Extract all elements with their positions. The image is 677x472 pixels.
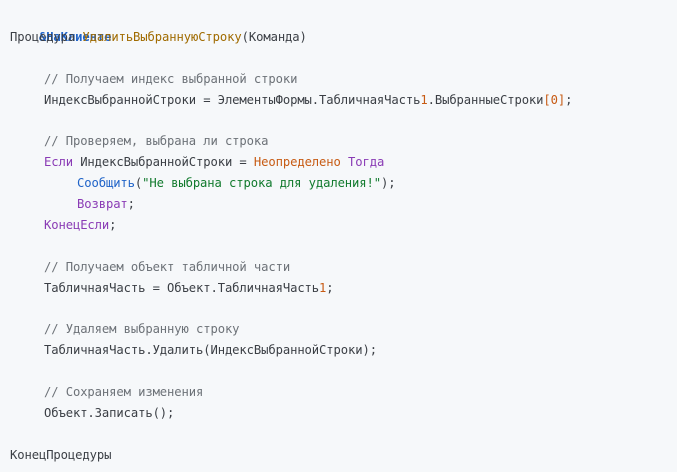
code-text: ; bbox=[127, 197, 135, 212]
number-token: 1 bbox=[420, 92, 428, 107]
endif-keyword: КонецЕсли bbox=[44, 217, 110, 232]
code-line-return: Возврат; bbox=[10, 194, 677, 215]
code-line-comment: // Удаляем выбранную строку bbox=[10, 319, 677, 340]
number-token: 0 bbox=[550, 92, 558, 107]
code-line-delete: ТабличнаяЧасть.Удалить(ИндексВыбраннойСт… bbox=[10, 340, 677, 361]
code-text: ТабличнаяЧасть.Удалить(ИндексВыбраннойСт… bbox=[44, 343, 377, 358]
procedure-params: (Команда) bbox=[241, 29, 307, 44]
procedure-name: УдалитьВыбраннуюСтроку bbox=[82, 29, 242, 44]
code-text: ; bbox=[109, 217, 117, 232]
code-text: ; bbox=[326, 280, 334, 295]
comment-token: // Проверяем, выбрана ли строка bbox=[44, 134, 269, 149]
undefined-token: Неопределено bbox=[253, 155, 341, 170]
code-line-comment: // Получаем объект табличной части bbox=[10, 257, 677, 278]
comment-token: // Получаем индекс выбранной строки bbox=[44, 71, 298, 86]
comment-token: // Сохраняем изменения bbox=[44, 385, 204, 400]
comment-token: // Удаляем выбранную строку bbox=[44, 322, 240, 337]
code-line-index-assign: ИндексВыбраннойСтроки = ЭлементыФормы.Та… bbox=[10, 90, 677, 111]
code-line-comment: // Проверяем, выбрана ли строка bbox=[10, 131, 677, 152]
code-line-directive: &НаКлиенте bbox=[10, 6, 677, 44]
code-line-write: Объект.Записать(); bbox=[10, 403, 677, 424]
comment-token: // Получаем объект табличной части bbox=[44, 259, 291, 274]
bracket-token: [ bbox=[543, 92, 551, 107]
function-token: Сообщить bbox=[77, 176, 135, 191]
then-keyword: Тогда bbox=[340, 155, 385, 170]
code-line-endif: КонецЕсли; bbox=[10, 215, 677, 236]
code-text: .ВыбранныеСтроки bbox=[427, 92, 544, 107]
code-text: ; bbox=[565, 92, 573, 107]
if-keyword: Если bbox=[44, 155, 73, 170]
code-text: Объект.Записать(); bbox=[44, 405, 175, 420]
code-line-tab-assign: ТабличнаяЧасть = Объект.ТабличнаяЧасть1; bbox=[10, 278, 677, 299]
code-text: ); bbox=[381, 176, 396, 191]
code-text: ИндексВыбраннойСтроки = ЭлементыФормы.Та… bbox=[44, 92, 421, 107]
code-line-comment: // Сохраняем изменения bbox=[10, 382, 677, 403]
code-line-end-procedure: КонецПроцедуры bbox=[10, 445, 677, 466]
code-line-procedure-header: Процедура УдалитьВыбраннуюСтроку(Команда… bbox=[10, 27, 677, 48]
code-text: ИндексВыбраннойСтроки = bbox=[72, 155, 254, 170]
procedure-keyword: Процедура bbox=[10, 29, 76, 44]
return-keyword: Возврат bbox=[77, 197, 128, 212]
code-block: &НаКлиенте Процедура УдалитьВыбраннуюСтр… bbox=[0, 0, 677, 472]
code-line-comment: // Получаем индекс выбранной строки bbox=[10, 69, 677, 90]
code-line-if: Если ИндексВыбраннойСтроки = Неопределен… bbox=[10, 152, 677, 173]
end-procedure-keyword: КонецПроцедуры bbox=[10, 447, 112, 462]
code-line-message: Сообщить("Не выбрана строка для удаления… bbox=[10, 173, 677, 194]
string-token: "Не выбрана строка для удаления!" bbox=[142, 176, 381, 191]
code-text: ТабличнаяЧасть = Объект.ТабличнаяЧасть bbox=[44, 280, 320, 295]
